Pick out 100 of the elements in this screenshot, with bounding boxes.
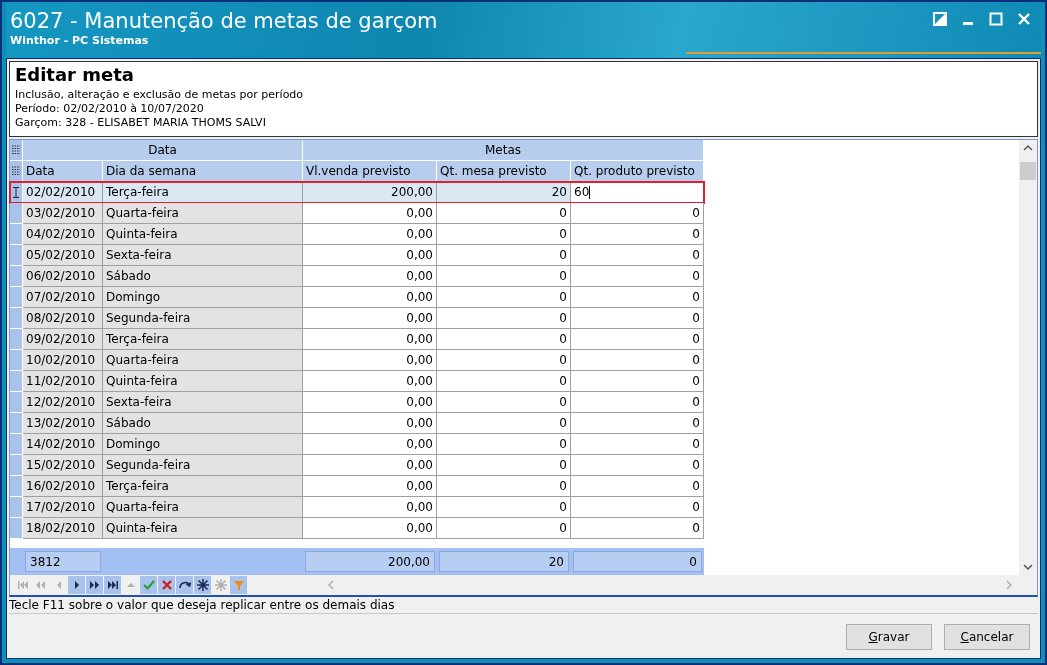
header-indicator[interactable]: [10, 140, 23, 161]
table-cell: 0: [437, 476, 571, 497]
table-cell: 0,00: [303, 308, 437, 329]
table-cell: 0: [437, 308, 571, 329]
table-cell: 0: [437, 413, 571, 434]
hint-text: Tecle F11 sobre o valor que deseja replicar entre os demais dias: [9, 598, 1038, 614]
table-cell: 07/02/2010: [23, 287, 103, 308]
table-cell: 0: [571, 518, 704, 539]
table-cell: Domingo: [103, 434, 303, 455]
table-cell: 0,00: [303, 392, 437, 413]
restore-icon[interactable]: [933, 12, 947, 26]
panel-title: Editar meta: [15, 64, 135, 85]
table-cell: 0: [571, 476, 704, 497]
table-cell: 0: [437, 371, 571, 392]
navigator-button[interactable]: [104, 576, 121, 594]
navigator-button[interactable]: [176, 576, 193, 594]
close-icon: [159, 578, 174, 592]
column-header[interactable]: Data: [23, 161, 103, 182]
summary-cell: 0: [573, 551, 702, 572]
table-cell: 0: [571, 434, 704, 455]
table-cell: 0: [571, 392, 704, 413]
table-cell: 0,00: [303, 476, 437, 497]
left-triangle-icon: [55, 580, 62, 590]
checkmark-icon: [141, 578, 156, 592]
table-cell: 0: [437, 455, 571, 476]
table-cell: 0: [571, 413, 704, 434]
table-cell: 18/02/2010: [23, 518, 103, 539]
table-cell: 05/02/2010: [23, 245, 103, 266]
table-cell: 0,00: [303, 245, 437, 266]
table-cell: 200,00: [303, 182, 437, 203]
header-indicator[interactable]: [10, 161, 23, 182]
close-icon[interactable]: [1017, 12, 1031, 26]
table-cell: 0,00: [303, 371, 437, 392]
row-indicator[interactable]: [10, 182, 23, 203]
table-cell: 0: [571, 497, 704, 518]
double-left-icon: [34, 580, 47, 590]
double-right-icon: [88, 580, 101, 590]
selected-row[interactable]: 02/02/2010 Terça-feira 200,00 20 60: [10, 182, 704, 203]
right-chevron-icon[interactable]: [1006, 580, 1013, 590]
table-cell: 11/02/2010: [23, 371, 103, 392]
table-cell: 0,00: [303, 224, 437, 245]
column-menu-icon[interactable]: [12, 145, 20, 155]
text-cursor-icon: [13, 186, 19, 198]
table-cell: 0: [571, 371, 704, 392]
table-cell: 12/02/2010: [23, 392, 103, 413]
cancel-button[interactable]: Cancelar: [944, 623, 1030, 650]
up-chevron-icon[interactable]: [1023, 144, 1033, 151]
column-header[interactable]: Qt. produto previsto: [571, 161, 704, 182]
table-cell: Segunda-feira: [103, 308, 303, 329]
filter-icon: [231, 578, 246, 592]
window-title: 6027 - Manutenção de metas de garçom: [10, 8, 438, 34]
table-cell: 0: [437, 203, 571, 224]
table-cell: 02/02/2010: [23, 182, 103, 203]
vertical-scrollbar[interactable]: [1019, 140, 1037, 575]
table-cell: Segunda-feira: [103, 455, 303, 476]
table-cell: 17/02/2010: [23, 497, 103, 518]
table-cell: 0: [571, 455, 704, 476]
band-header: Metas: [303, 140, 704, 161]
column-header[interactable]: Qt. mesa previsto: [437, 161, 571, 182]
table-cell: 09/02/2010: [23, 329, 103, 350]
column-header[interactable]: Dia da semana: [103, 161, 303, 182]
table-cell: 0: [437, 287, 571, 308]
table-cell: 0: [437, 497, 571, 518]
asterisk-icon: [195, 578, 210, 592]
table-cell: 0: [437, 434, 571, 455]
navigator-button[interactable]: [68, 576, 85, 594]
table-cell: 0: [437, 392, 571, 413]
scrollbar-thumb[interactable]: [1020, 162, 1036, 180]
maximize-icon[interactable]: [989, 12, 1003, 26]
table-cell: 15/02/2010: [23, 455, 103, 476]
save-button[interactable]: Gravar: [846, 623, 932, 650]
left-chevron-icon[interactable]: [327, 580, 334, 590]
table-cell: 0,00: [303, 518, 437, 539]
table-cell: Quarta-feira: [103, 350, 303, 371]
table-cell: 0: [437, 329, 571, 350]
up-triangle-icon: [125, 582, 136, 588]
asterisk-icon: [213, 578, 228, 592]
table-cell: 16/02/2010: [23, 476, 103, 497]
table-cell: 0,00: [303, 497, 437, 518]
band-header: Data: [23, 140, 303, 161]
navigator-button[interactable]: [86, 576, 103, 594]
table-cell: 0: [571, 287, 704, 308]
header-line: Garçom: 328 - ELISABET MARIA THOMS SALVI: [15, 116, 267, 130]
table-cell: Sexta-feira: [103, 245, 303, 266]
table-cell: 10/02/2010: [23, 350, 103, 371]
table-cell: 0: [571, 266, 704, 287]
table-cell: 0: [571, 203, 704, 224]
column-header[interactable]: Vl.venda previsto: [303, 161, 437, 182]
table-cell: 13/02/2010: [23, 413, 103, 434]
column-menu-icon[interactable]: [12, 166, 20, 176]
table-cell: 20: [437, 182, 571, 203]
navigator-button[interactable]: [194, 576, 211, 594]
summary-cell: 200,00: [305, 551, 435, 572]
table-cell: Sexta-feira: [103, 392, 303, 413]
table-cell: 0: [437, 224, 571, 245]
table-cell: Terça-feira: [103, 329, 303, 350]
down-chevron-icon[interactable]: [1023, 564, 1033, 571]
table-cell: 0: [437, 518, 571, 539]
table-cell: 0: [571, 224, 704, 245]
summary-cell: 20: [439, 551, 569, 572]
